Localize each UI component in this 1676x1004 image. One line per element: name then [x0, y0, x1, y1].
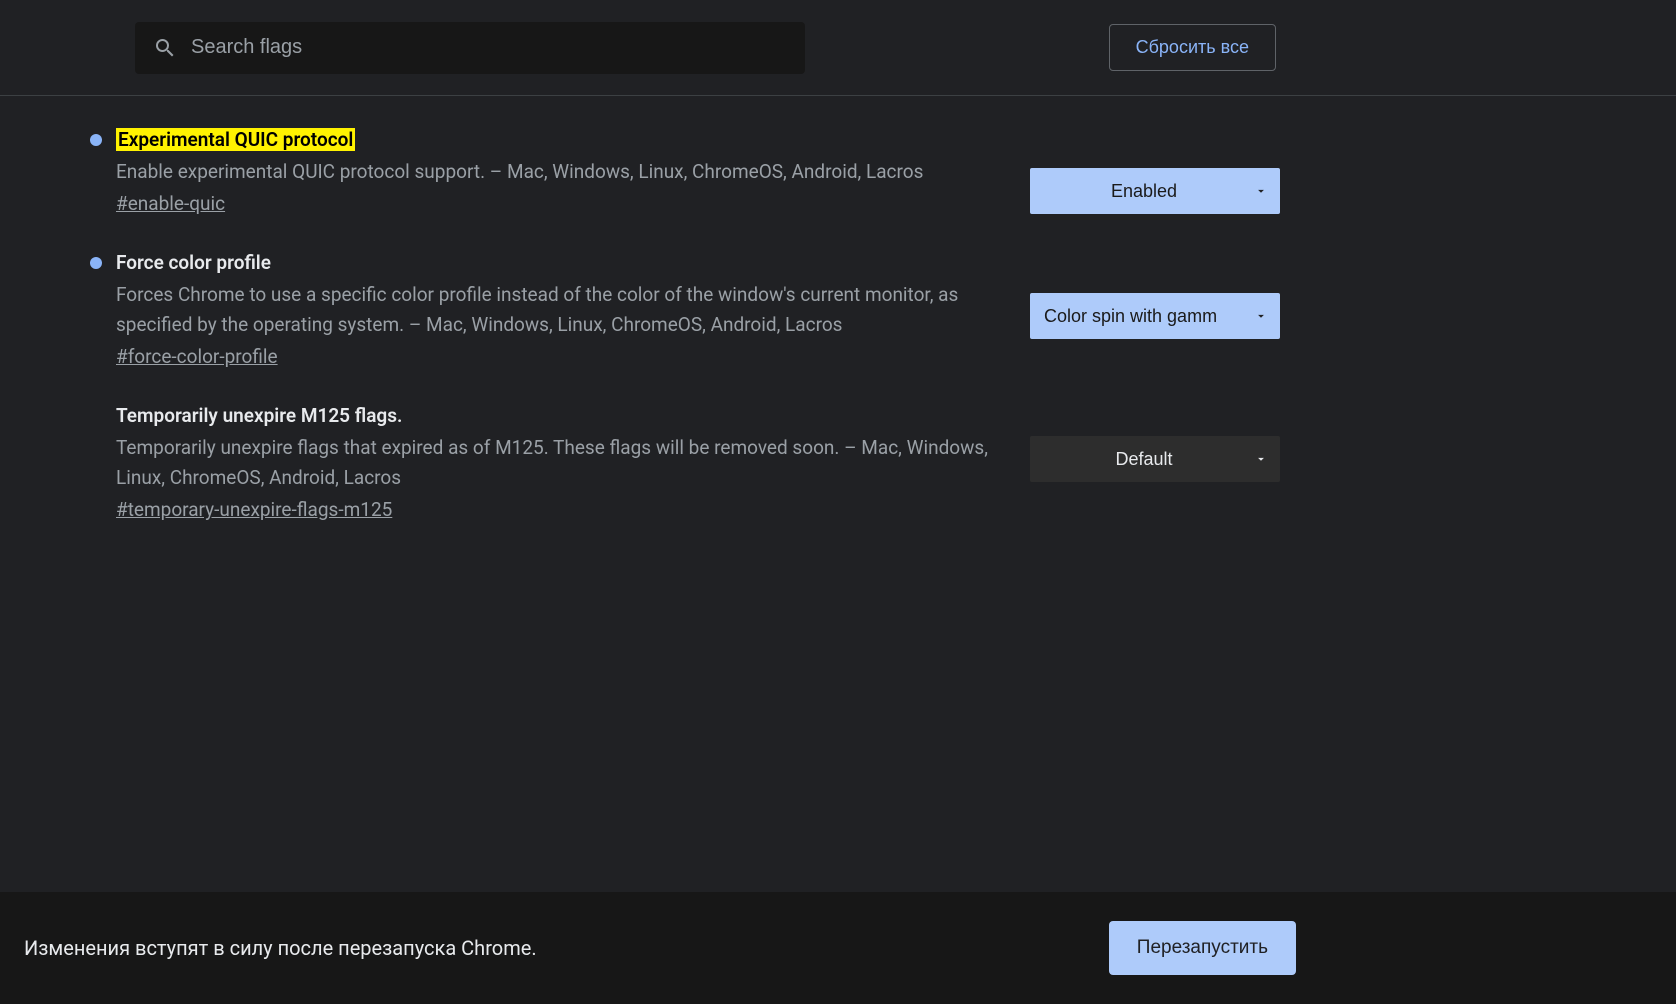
flag-text: Force color profile Forces Chrome to use… — [90, 251, 1030, 368]
flag-title: Experimental QUIC protocol — [116, 128, 355, 151]
flag-text: Experimental QUIC protocol Enable experi… — [90, 128, 1030, 215]
search-input[interactable] — [191, 36, 787, 59]
modified-dot-icon — [90, 257, 102, 269]
flag-select-wrap: Color spin with gamm — [1030, 293, 1280, 339]
flag-state-select[interactable]: Default — [1030, 436, 1280, 482]
flag-title: Force color profile — [116, 251, 271, 274]
flag-row: Experimental QUIC protocol Enable experi… — [90, 120, 1280, 243]
reset-all-button[interactable]: Сбросить все — [1109, 24, 1276, 71]
flag-anchor-link[interactable]: #enable-quic — [116, 192, 225, 215]
flag-title: Temporarily unexpire M125 flags. — [116, 404, 402, 427]
restart-message: Изменения вступят в силу после перезапус… — [24, 936, 537, 960]
flag-text: Temporarily unexpire M125 flags. Tempora… — [90, 404, 1030, 521]
flag-anchor-link[interactable]: #temporary-unexpire-flags-m125 — [116, 498, 392, 521]
modified-dot-icon — [90, 134, 102, 146]
flag-title-line: Temporarily unexpire M125 flags. — [90, 404, 1000, 427]
header-bar: Сбросить все — [0, 0, 1676, 96]
flag-select-wrap: Enabled — [1030, 168, 1280, 214]
flag-state-select[interactable]: Enabled — [1030, 168, 1280, 214]
flag-select-wrap: Default — [1030, 436, 1280, 482]
search-icon — [153, 36, 177, 60]
flag-description: Temporarily unexpire flags that expired … — [116, 433, 1000, 492]
flag-title-line: Force color profile — [90, 251, 1000, 274]
flag-row: Force color profile Forces Chrome to use… — [90, 243, 1280, 396]
search-box[interactable] — [135, 22, 805, 74]
flag-title-line: Experimental QUIC protocol — [90, 128, 1000, 151]
flag-description: Forces Chrome to use a specific color pr… — [116, 280, 1000, 339]
flag-row: Temporarily unexpire M125 flags. Tempora… — [90, 396, 1280, 549]
flag-anchor-link[interactable]: #force-color-profile — [116, 345, 278, 368]
flag-state-select[interactable]: Color spin with gamm — [1030, 293, 1280, 339]
relaunch-button[interactable]: Перезапустить — [1109, 921, 1296, 975]
flags-list: Experimental QUIC protocol Enable experi… — [0, 96, 1280, 549]
restart-banner: Изменения вступят в силу после перезапус… — [0, 892, 1676, 1004]
flag-description: Enable experimental QUIC protocol suppor… — [116, 157, 1000, 186]
